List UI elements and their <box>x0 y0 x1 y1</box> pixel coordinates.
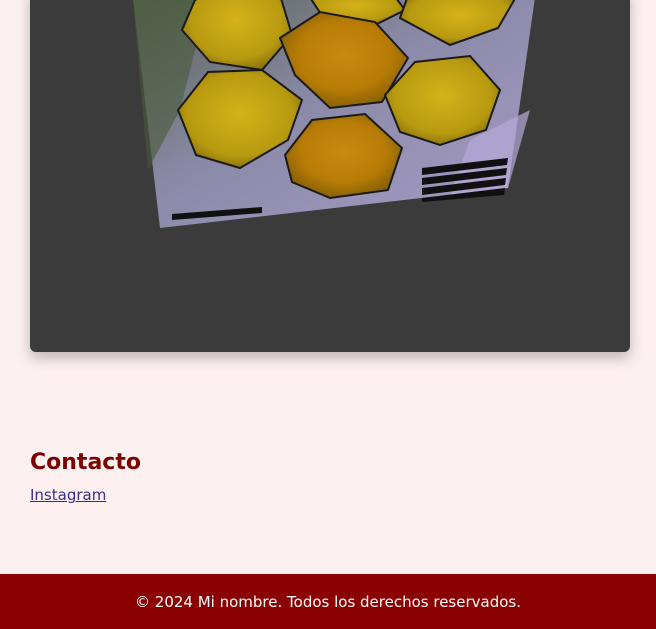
footer-copyright: © 2024 Mi nombre. Todos los derechos res… <box>135 592 521 611</box>
hexagon-mirror-photo <box>132 0 535 228</box>
instagram-link[interactable]: Instagram <box>30 486 106 504</box>
contact-section: Contacto Instagram <box>30 450 141 504</box>
footer: © 2024 Mi nombre. Todos los derechos res… <box>0 574 656 629</box>
image-card <box>30 0 630 352</box>
contact-title: Contacto <box>30 450 141 475</box>
page: Contacto Instagram © 2024 Mi nombre. Tod… <box>0 0 656 629</box>
